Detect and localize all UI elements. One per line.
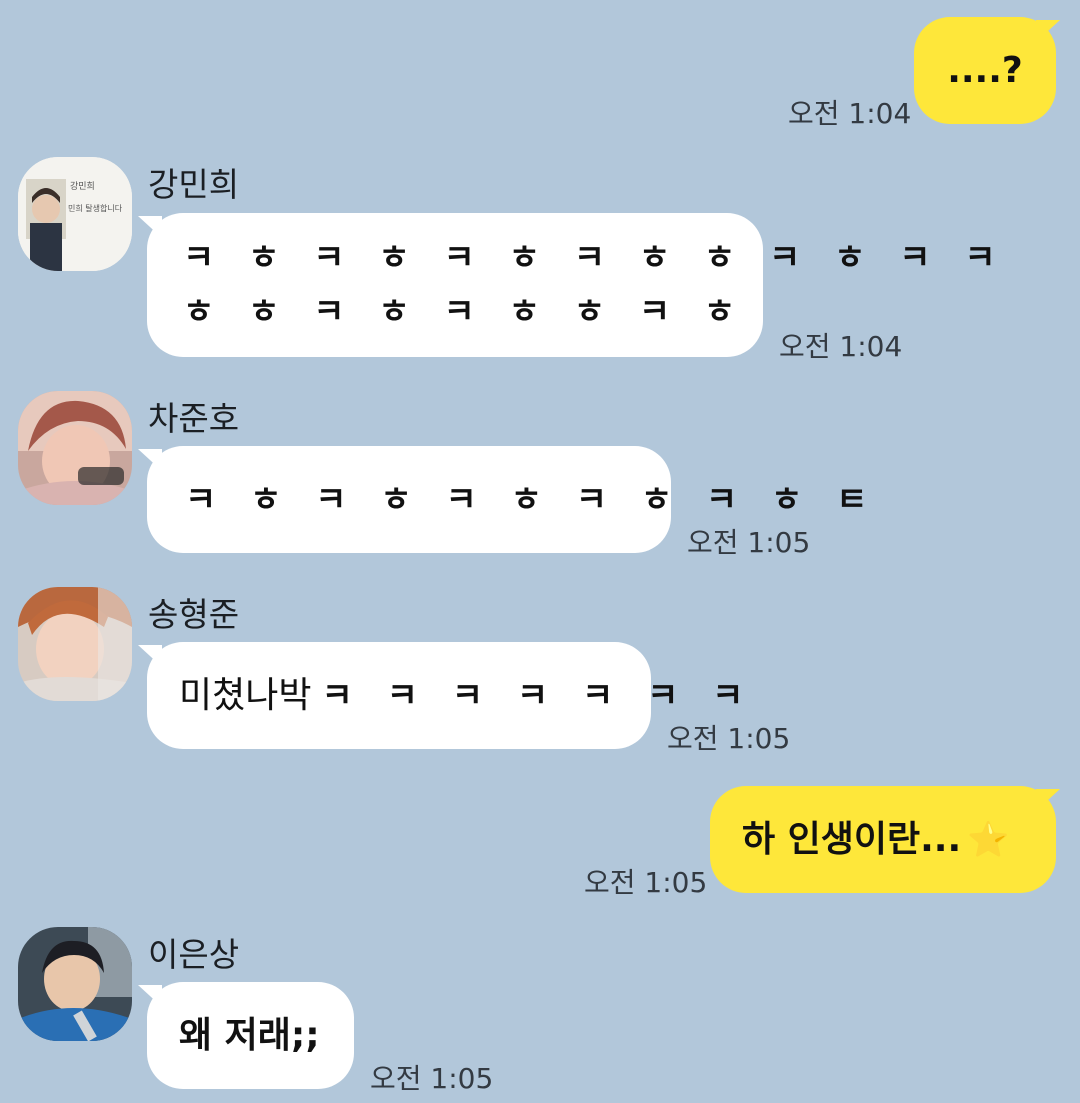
sender-name: 차준호 [148, 399, 240, 438]
bubble-tail [138, 216, 162, 238]
bubble-tail [138, 449, 162, 471]
profile-photo [18, 587, 132, 701]
sender-name: 송형준 [148, 595, 240, 634]
avatar-caption-2: 민희 탈생합니다 [68, 203, 123, 213]
message-line-2: ㅎ ㅎ ㅋ ㅎ ㅋ ㅎ ㅎ ㅋ ㅎ [183, 292, 747, 332]
star-emoji-icon: ⭐ [967, 819, 1010, 860]
profile-photo: 강민희 민희 탈생합니다 [18, 157, 132, 271]
profile-photo [18, 927, 132, 1041]
message-text: 미쳤나박 [179, 674, 312, 716]
my-message-bubble[interactable]: 하 인생이란... ⭐ [710, 786, 1056, 893]
avatar-caption-1: 강민희 [70, 180, 95, 192]
message-text: ㅋ ㅎ ㅋ ㅎ ㅋ ㅎ ㅋ ㅎ ㅋ ㅎ ㅌ [185, 479, 879, 520]
message-text: 왜 저래;; [179, 1014, 320, 1056]
avatar[interactable] [18, 391, 132, 505]
message-bubble[interactable]: 미쳤나박 ㅋ ㅋ ㅋ ㅋ ㅋ ㅋ ㅋ [147, 642, 743, 749]
bubble-tail [138, 985, 162, 1007]
message-timestamp: 오전 1:05 [687, 526, 811, 559]
message-timestamp: 오전 1:05 [370, 1062, 494, 1095]
message-timestamp: 오전 1:05 [667, 722, 791, 755]
profile-photo [18, 391, 132, 505]
message-text: 하 인생이란... [742, 818, 962, 860]
bubble-tail [1036, 789, 1060, 811]
message-text: ....? [947, 49, 1023, 91]
message-line-1: ㅋ ㅎ ㅋ ㅎ ㅋ ㅎ ㅋ ㅎ ㅎ ㅋ ㅎ ㅋ ㅋ [183, 238, 1007, 278]
message-timestamp: 오전 1:05 [584, 866, 708, 899]
avatar[interactable] [18, 587, 132, 701]
message-text-laugh: ㅋ ㅋ ㅋ ㅋ ㅋ ㅋ ㅋ [321, 675, 755, 716]
message-timestamp: 오전 1:04 [779, 330, 903, 363]
message-timestamp: 오전 1:04 [788, 97, 912, 130]
sender-name: 이은상 [148, 935, 240, 974]
bubble-tail [138, 645, 162, 667]
message-bubble[interactable]: ㅋ ㅎ ㅋ ㅎ ㅋ ㅎ ㅋ ㅎ ㅎ ㅋ ㅎ ㅋ ㅋ ㅎ ㅎ ㅋ ㅎ ㅋ ㅎ ㅎ … [147, 213, 996, 357]
message-bubble[interactable]: ㅋ ㅎ ㅋ ㅎ ㅋ ㅎ ㅋ ㅎ ㅋ ㅎ ㅌ [147, 446, 867, 553]
avatar[interactable] [18, 927, 132, 1041]
avatar[interactable]: 강민희 민희 탈생합니다 [18, 157, 132, 271]
my-message-bubble[interactable]: ....? [914, 17, 1056, 124]
bubble-tail [1036, 20, 1060, 42]
sender-name: 강민희 [148, 165, 240, 204]
message-bubble[interactable]: 왜 저래;; [147, 982, 354, 1089]
